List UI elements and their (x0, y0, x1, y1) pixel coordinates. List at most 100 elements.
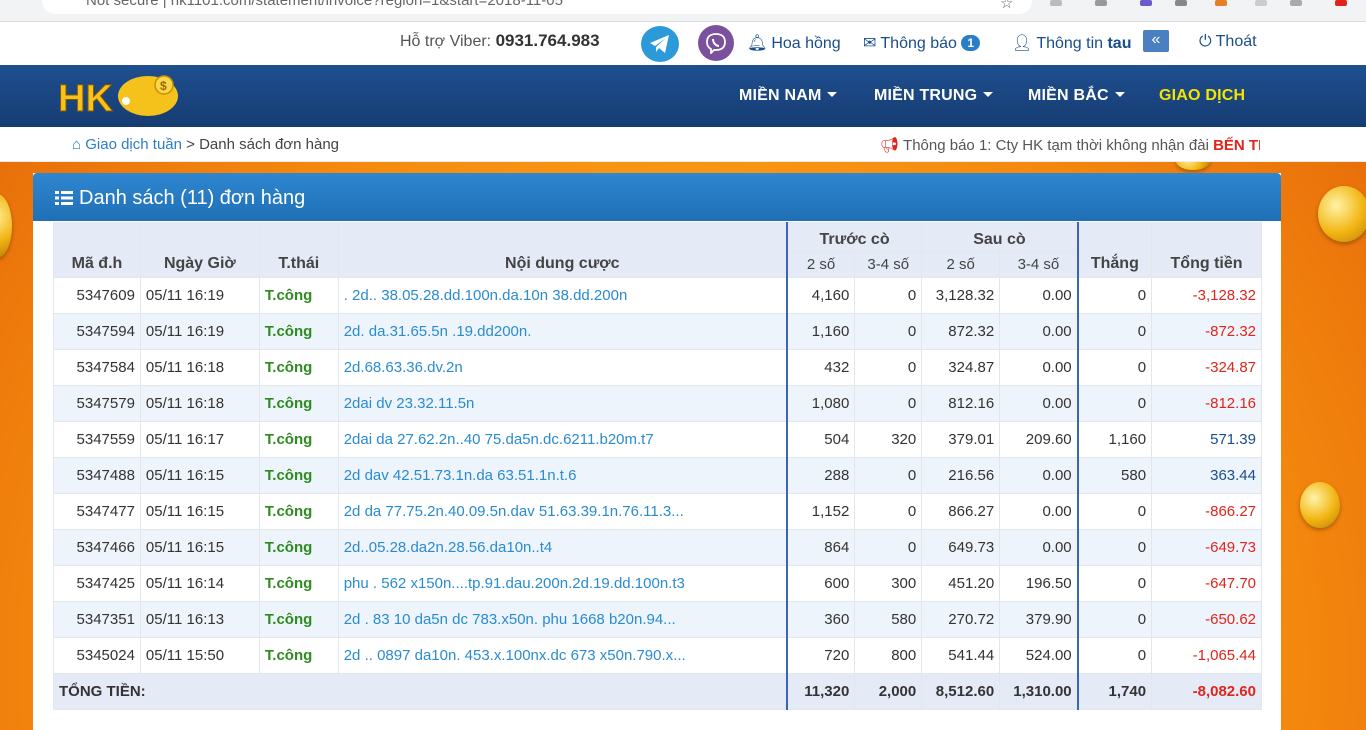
cell-status: T.công (258, 277, 339, 314)
table-row: 5347351 05/11 16:13 T.công 2d . 83 10 da5n … (53, 601, 1262, 638)
cell-order-id: 5347477 (53, 493, 141, 530)
cell-total: 571.39 (1151, 421, 1262, 458)
cell-bet-content[interactable]: 2d da 77.75.2n.40.09.5n.dav 51.63.39.1n.… (337, 493, 788, 530)
extension-icon[interactable] (1215, 0, 1227, 6)
cell-after-2: 866.27 (921, 493, 1001, 530)
bookmark-star-icon[interactable]: ☆ (1000, 0, 1013, 12)
cell-bet-content[interactable]: phu . 562 x150n....tp.91.dau.200n.2d.19.… (337, 565, 788, 602)
cell-before-2: 504 (785, 421, 856, 458)
address-bar[interactable]: Not secure | hk1101.com/statement/invoic… (42, 0, 1032, 14)
coin-decoration (1300, 482, 1340, 528)
cell-before-34: 0 (854, 313, 923, 350)
cell-datetime: 05/11 15:50 (139, 637, 260, 674)
power-icon: ⏻ (1199, 33, 1212, 50)
extension-icon[interactable] (1095, 0, 1107, 6)
cell-order-id: 5347425 (53, 565, 141, 602)
cell-bet-content[interactable]: 2d .. 0897 da10n. 453.x.100nx.dc 673 x50… (337, 637, 788, 674)
total-after-2: 8,512.60 (921, 673, 1001, 710)
panel-header: Danh sách (11) đơn hàng (33, 173, 1281, 221)
nav-mien-trung-label: MIỀN TRUNG (874, 87, 978, 104)
extension-icon[interactable] (1140, 0, 1152, 6)
cell-win: 0 (1076, 385, 1153, 422)
cell-status: T.công (258, 637, 339, 674)
caret-down-icon (983, 92, 994, 97)
cell-status: T.công (258, 421, 339, 458)
cell-before-2: 360 (785, 601, 856, 638)
notifications-link[interactable]: ✉ Thông báo 1 (863, 33, 981, 53)
viber-label: Hỗ trợ Viber: (400, 33, 496, 50)
cell-bet-content[interactable]: . 2d.. 38.05.28.dd.100n.da.10n 38.dd.200… (337, 277, 788, 314)
nav-mien-nam[interactable]: MIỀN NAM (739, 87, 838, 105)
extension-icon[interactable] (1255, 0, 1267, 6)
cell-order-id: 5345024 (53, 637, 141, 674)
account-info-link[interactable]: 👤︎ Thông tin tau (1012, 33, 1131, 53)
table-row: 5347609 05/11 16:19 T.công. 2d.. 38.05.28.… (53, 277, 1262, 314)
extension-icon[interactable] (1175, 0, 1187, 6)
table-row: 5347594 05/11 16:19 T.công 2d. da.31.65.5n … (53, 313, 1262, 350)
cell-after-2: 379.01 (921, 421, 1001, 458)
total-after-34: 1,310.00 (999, 673, 1079, 710)
cell-total: -1,065.44 (1151, 637, 1262, 674)
cell-datetime: 05/11 16:15 (139, 493, 260, 530)
cell-win: 0 (1076, 529, 1153, 566)
cell-before-34: 300 (854, 565, 923, 602)
viber-icon[interactable] (698, 25, 734, 61)
cell-after-34: 209.60 (999, 421, 1079, 458)
cell-after-34: 379.90 (999, 601, 1079, 638)
cell-status: T.công (258, 313, 339, 350)
notice-ticker: 📢︎ Thông báo 1: Cty HK tạm thời không nhậ… (880, 136, 1260, 154)
cell-status: T.công (258, 349, 339, 386)
cell-datetime: 05/11 16:17 (139, 421, 260, 458)
cell-before-2: 864 (785, 529, 856, 566)
collapse-double-chevron-icon[interactable]: « (1143, 30, 1169, 52)
cell-bet-content[interactable]: 2dai da 27.62.2n..40 75.da5n.dc.6211.b20… (337, 421, 788, 458)
hk-logo[interactable]: $ HK (56, 71, 186, 121)
table-row: 5347466 05/11 16:15 T.công 2d..05.28.da2n.2… (53, 529, 1262, 566)
table-row: 5347579 05/11 16:18 T.công 2dai dv 23.32.11… (53, 385, 1262, 422)
cell-after-34: 0.00 (999, 313, 1079, 350)
telegram-icon[interactable] (641, 26, 679, 62)
envelope-icon: ✉ (863, 35, 877, 52)
cell-bet-content[interactable]: 2d.68.63.36.dv.2n (337, 349, 788, 386)
cell-bet-content[interactable]: 2dai dv 23.32.11.5n (337, 385, 788, 422)
cell-after-34: 0.00 (999, 277, 1079, 314)
cell-before-34: 0 (854, 457, 923, 494)
logout-link[interactable]: ⏻ Thoát (1199, 33, 1257, 51)
table-row: 5345024 05/11 15:50 T.công 2d .. 0897 da10n… (53, 637, 1262, 674)
viber-phone[interactable]: 0931.764.983 (496, 31, 600, 50)
cell-bet-content[interactable]: 2d . 83 10 da5n dc 783.x50n. phu 1668 b2… (337, 601, 788, 638)
extension-icon[interactable] (1290, 0, 1302, 6)
home-icon: ⌂ (72, 136, 82, 153)
cell-after-34: 0.00 (999, 529, 1079, 566)
nav-mien-trung[interactable]: MIỀN TRUNG (874, 87, 994, 105)
cell-bet-content[interactable]: 2d..05.28.da2n.28.56.da10n..t4 (337, 529, 788, 566)
bullhorn-icon: 📢︎ (880, 137, 900, 154)
cell-after-2: 451.20 (921, 565, 1001, 602)
cell-before-2: 600 (785, 565, 856, 602)
cell-order-id: 5347609 (53, 277, 141, 314)
col-content: Nội dung cược (337, 222, 788, 278)
cell-bet-content[interactable]: 2d dav 42.51.73.1n.da 63.51.1n.t.6 (337, 457, 788, 494)
cell-win: 0 (1076, 637, 1153, 674)
extension-icon[interactable] (1335, 0, 1347, 6)
col-before-2: 2 số (785, 251, 856, 278)
breadcrumb-home[interactable]: ⌂ Giao dịch tuần (72, 136, 182, 153)
cell-before-34: 800 (854, 637, 923, 674)
table-row: 5347425 05/11 16:14 T.công phu . 562 x150n.… (53, 565, 1262, 602)
cell-after-2: 216.56 (921, 457, 1001, 494)
cell-total: 363.44 (1151, 457, 1262, 494)
nav-mien-bac[interactable]: MIỀN BẮC (1028, 87, 1125, 105)
cell-before-34: 0 (854, 277, 923, 314)
cell-after-2: 270.72 (921, 601, 1001, 638)
coin-decoration (0, 194, 12, 258)
extension-icon[interactable] (1050, 0, 1062, 6)
breadcrumb-bar: ⌂ Giao dịch tuần > Danh sách đơn hàng 📢︎… (0, 127, 1366, 162)
logo-text: HK (58, 78, 113, 120)
cell-bet-content[interactable]: 2d. da.31.65.5n .19.dd200n. (337, 313, 788, 350)
commission-link[interactable]: 🔔︎ Hoa hồng (747, 33, 841, 53)
cell-after-34: 0.00 (999, 493, 1079, 530)
total-before-34: 2,000 (854, 673, 923, 710)
nav-giao-dich[interactable]: GIAO DỊCH (1159, 87, 1245, 105)
cell-before-2: 720 (785, 637, 856, 674)
cell-total: -324.87 (1151, 349, 1262, 386)
